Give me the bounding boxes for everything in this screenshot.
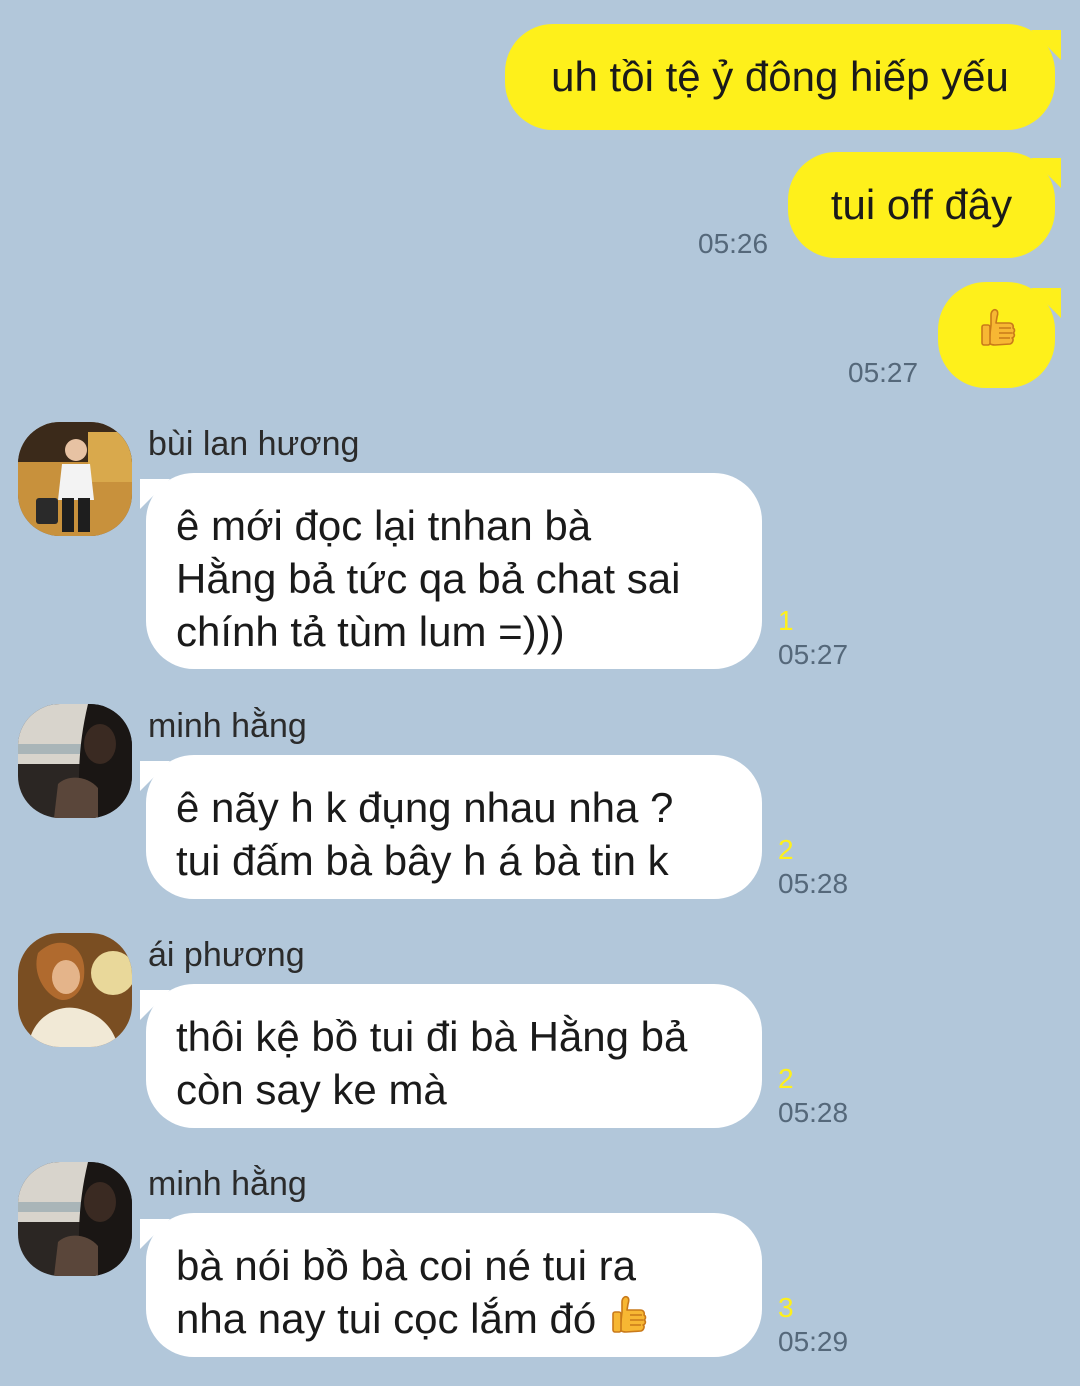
message-timestamp: 05:28 [778, 1097, 849, 1128]
bubble-tail [1031, 158, 1061, 188]
thumbs-up-icon [608, 1294, 648, 1350]
message-line-wrap: nha nay tui cọc lắm đó [176, 1292, 734, 1350]
message-line: bà nói bồ bà coi né tui ra [176, 1242, 636, 1289]
message-bubble[interactable]: thôi kệ bồ tui đi bà Hằng bả còn say ke … [140, 984, 762, 1128]
message-line: chính tả tùm lum =))) [176, 608, 565, 655]
sender-name: bùi lan hương [148, 425, 360, 463]
avatar[interactable] [18, 933, 132, 1047]
avatar[interactable] [18, 422, 132, 536]
message-line: nha nay tui cọc lắm đó [176, 1295, 597, 1342]
sender-name: minh hằng [148, 707, 307, 745]
bubble-tail [140, 1219, 170, 1249]
unread-count: 3 [778, 1292, 794, 1323]
message-bubble[interactable]: bà nói bồ bà coi né tui ra nha nay tui c… [140, 1213, 762, 1357]
my-message-bubble[interactable] [938, 282, 1061, 388]
bubble-tail [1031, 30, 1061, 60]
avatar[interactable] [18, 704, 132, 818]
message-line: ê nãy h k đụng nhau nha ? [176, 784, 674, 831]
message-timestamp: 05:26 [698, 228, 769, 259]
unread-count: 1 [778, 605, 794, 636]
my-message-text: tui off đây [830, 181, 1013, 228]
bubble-tail [140, 990, 170, 1020]
my-message-bubble[interactable]: tui off đây [788, 152, 1061, 258]
sender-name: minh hằng [148, 1165, 307, 1203]
message-line: tui đấm bà bây h á bà tin k [176, 837, 669, 884]
message-bubble[interactable]: ê mới đọc lại tnhan bà Hằng bả tức qa bả… [140, 473, 762, 669]
thumbs-up-icon [977, 307, 1017, 363]
unread-count: 2 [778, 834, 794, 865]
avatar[interactable] [18, 1162, 132, 1276]
bubble-tail [140, 761, 170, 791]
message-line: thôi kệ bồ tui đi bà Hằng bả [176, 1013, 688, 1060]
unread-count: 2 [778, 1063, 794, 1094]
message-timestamp: 05:28 [778, 868, 849, 899]
message-timestamp: 05:27 [848, 357, 919, 388]
message-line: ê mới đọc lại tnhan bà [176, 502, 592, 549]
message-bubble[interactable]: ê nãy h k đụng nhau nha ? tui đấm bà bây… [140, 755, 762, 899]
my-message-text: uh tồi tệ ỷ đông hiếp yếu [551, 53, 1009, 100]
bubble-tail [1031, 288, 1061, 318]
message-timestamp: 05:27 [778, 639, 849, 670]
message-line: còn say ke mà [176, 1066, 447, 1113]
bubble-tail [140, 479, 170, 509]
message-line: Hằng bả tức qa bả chat sai [176, 555, 681, 602]
message-timestamp: 05:29 [778, 1326, 849, 1357]
sender-name: ái phương [148, 936, 305, 974]
my-message-bubble[interactable]: uh tồi tệ ỷ đông hiếp yếu [505, 24, 1061, 130]
